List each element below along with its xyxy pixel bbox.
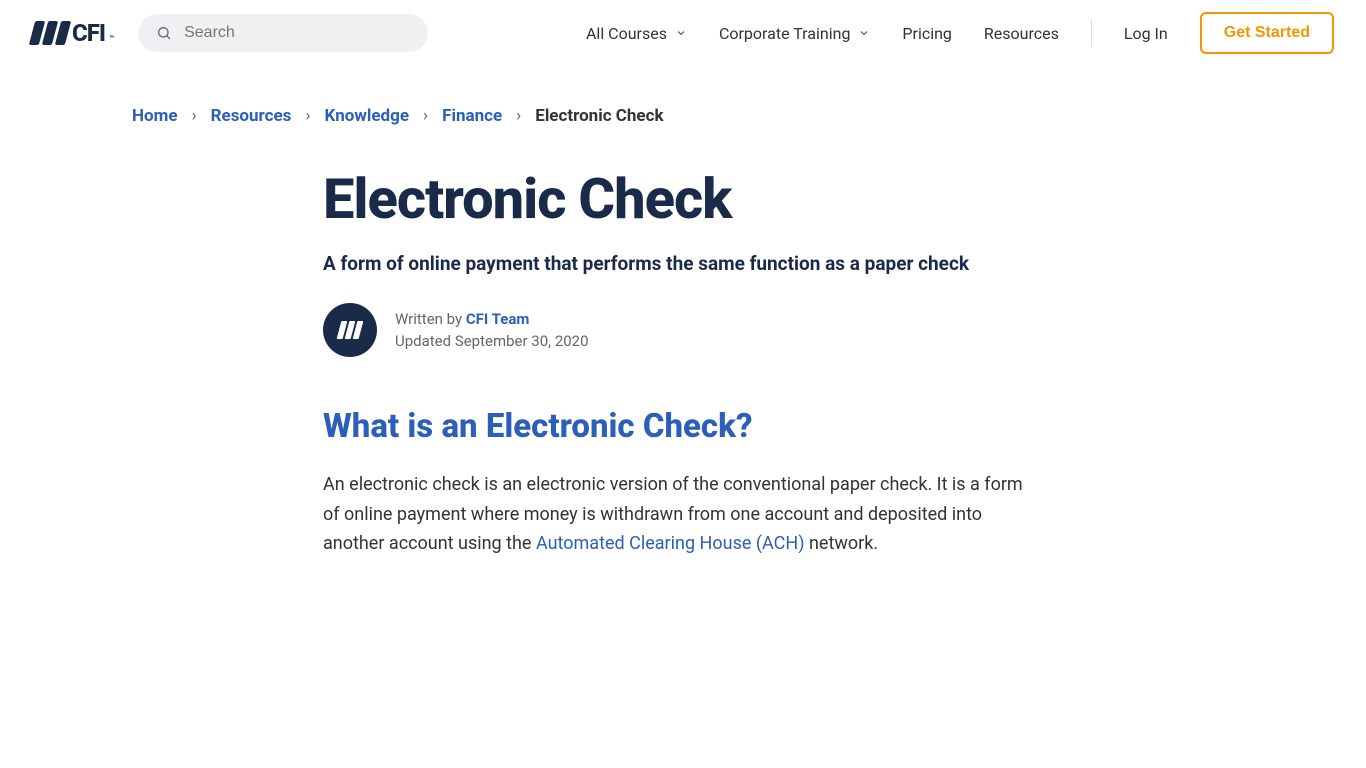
logo-text: CFI: [72, 19, 105, 47]
author-avatar[interactable]: [323, 303, 377, 357]
breadcrumb-current: Electronic Check: [535, 106, 663, 126]
section-heading: What is an Electronic Check?: [323, 407, 1060, 446]
breadcrumb-separator: ›: [423, 106, 428, 126]
search-box[interactable]: [138, 14, 428, 52]
author-name-link[interactable]: CFI Team: [466, 310, 530, 328]
breadcrumb-knowledge[interactable]: Knowledge: [325, 106, 410, 126]
chevron-down-icon: [858, 27, 870, 39]
body-paragraph: An electronic check is an electronic ver…: [323, 470, 1043, 559]
article-content: Electronic Check A form of online paymen…: [0, 126, 1060, 559]
ach-link[interactable]: Automated Clearing House (ACH): [536, 533, 805, 554]
nav-divider: [1091, 19, 1092, 47]
nav-resources[interactable]: Resources: [984, 24, 1059, 43]
breadcrumb-resources[interactable]: Resources: [211, 106, 292, 126]
nav-log-in-label: Log In: [1124, 24, 1168, 43]
breadcrumb-finance[interactable]: Finance: [442, 106, 502, 126]
author-meta: Written by CFI Team Updated September 30…: [395, 310, 589, 350]
logo[interactable]: CFI ™: [32, 19, 114, 47]
written-by-line: Written by CFI Team: [395, 310, 589, 328]
get-started-button[interactable]: Get Started: [1200, 12, 1334, 54]
nav-pricing-label: Pricing: [902, 24, 952, 43]
page-subtitle: A form of online payment that performs t…: [323, 252, 1060, 275]
site-header: CFI ™ All Courses Corporate Training Pri…: [0, 0, 1366, 66]
nav-log-in[interactable]: Log In: [1124, 24, 1168, 43]
chevron-down-icon: [675, 27, 687, 39]
nav-corporate-training-label: Corporate Training: [719, 24, 850, 43]
updated-prefix: Updated: [395, 332, 455, 350]
nav-all-courses[interactable]: All Courses: [586, 24, 687, 43]
breadcrumb-separator: ›: [192, 106, 197, 126]
author-row: Written by CFI Team Updated September 30…: [323, 303, 1060, 357]
breadcrumb-separator: ›: [516, 106, 521, 126]
main-nav: All Courses Corporate Training Pricing R…: [586, 12, 1334, 54]
search-input[interactable]: [184, 24, 410, 42]
breadcrumb-home[interactable]: Home: [132, 106, 178, 126]
avatar-bars-icon: [339, 321, 361, 339]
breadcrumb-separator: ›: [305, 106, 310, 126]
written-by-prefix: Written by: [395, 310, 466, 328]
nav-all-courses-label: All Courses: [586, 24, 667, 43]
logo-tm: ™: [109, 34, 114, 43]
updated-date: September 30, 2020: [455, 332, 589, 350]
page-title: Electronic Check: [323, 166, 1060, 232]
nav-resources-label: Resources: [984, 24, 1059, 43]
breadcrumb: Home › Resources › Knowledge › Finance ›…: [0, 66, 1366, 126]
updated-line: Updated September 30, 2020: [395, 332, 589, 350]
logo-bars-icon: [32, 21, 68, 45]
nav-corporate-training[interactable]: Corporate Training: [719, 24, 870, 43]
nav-pricing[interactable]: Pricing: [902, 24, 952, 43]
body-text-post: network.: [805, 533, 879, 554]
search-icon: [156, 24, 172, 42]
